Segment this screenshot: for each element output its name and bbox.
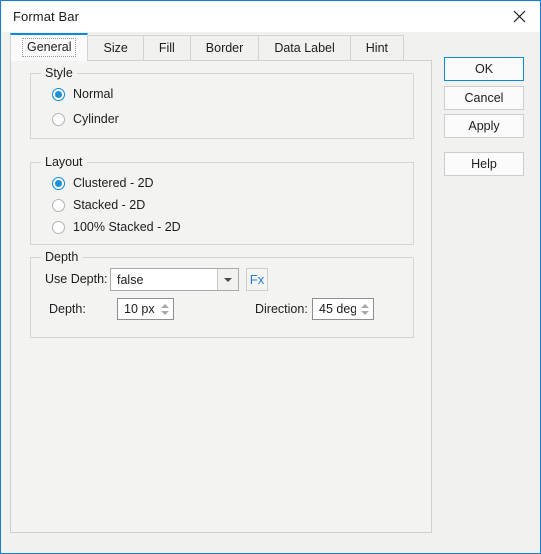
depth-stepper-buttons[interactable] xyxy=(156,299,173,319)
title-bar: Format Bar xyxy=(2,2,540,32)
tab-general-label: General xyxy=(22,38,77,57)
use-depth-label: Use Depth: xyxy=(45,272,108,286)
radio-style-cylinder[interactable]: Cylinder xyxy=(52,112,119,126)
tab-fill-label: Fill xyxy=(158,41,175,55)
tab-size-label: Size xyxy=(103,41,128,55)
tab-fill[interactable]: Fill xyxy=(142,35,191,61)
radio-layout-100-stacked-2d[interactable]: 100% Stacked - 2D xyxy=(52,220,181,234)
style-group-label: Style xyxy=(41,66,77,80)
close-icon[interactable] xyxy=(497,2,540,31)
depth-value: 10 px xyxy=(124,302,155,316)
radio-layout-clustered-2d-indicator xyxy=(52,176,65,190)
radio-layout-clustered-2d-label: Clustered - 2D xyxy=(73,176,154,190)
direction-label: Direction: xyxy=(255,302,308,316)
radio-layout-stacked-2d-indicator xyxy=(52,198,65,212)
use-depth-formula-button[interactable]: Fx xyxy=(246,268,268,291)
depth-stepper[interactable]: 10 px xyxy=(117,298,174,320)
tab-hint[interactable]: Hint xyxy=(349,35,405,61)
radio-style-normal[interactable]: Normal xyxy=(52,87,113,101)
stepper-down-icon[interactable] xyxy=(360,310,369,315)
use-depth-value: false xyxy=(117,272,144,287)
depth-group-label: Depth xyxy=(41,250,83,264)
direction-stepper-buttons[interactable] xyxy=(356,299,373,319)
radio-style-normal-indicator xyxy=(52,87,65,101)
tab-general[interactable]: General xyxy=(10,33,89,61)
stepper-up-icon[interactable] xyxy=(160,303,169,308)
layout-group-label: Layout xyxy=(41,155,87,169)
tab-border[interactable]: Border xyxy=(189,35,260,61)
radio-style-normal-label: Normal xyxy=(73,87,114,101)
tab-data-label[interactable]: Data Label xyxy=(258,35,351,61)
radio-style-cylinder-label: Cylinder xyxy=(73,112,119,126)
help-button[interactable]: Help xyxy=(444,152,524,176)
stepper-down-icon[interactable] xyxy=(160,310,169,315)
stepper-up-icon[interactable] xyxy=(360,303,369,308)
radio-layout-clustered-2d[interactable]: Clustered - 2D xyxy=(52,176,154,190)
tab-data-label-label: Data Label xyxy=(274,41,335,55)
use-depth-select[interactable]: false xyxy=(110,268,239,291)
radio-layout-100-stacked-2d-label: 100% Stacked - 2D xyxy=(73,220,181,234)
style-group: Style Normal Cylinder xyxy=(30,66,414,139)
chevron-down-icon[interactable] xyxy=(217,269,238,290)
layout-group: Layout Clustered - 2D Stacked - 2D 100% … xyxy=(30,155,414,245)
window-title: Format Bar xyxy=(13,9,80,24)
radio-layout-100-stacked-2d-indicator xyxy=(52,220,65,234)
depth-group: Depth Use Depth: false Fx Depth: 10 px D… xyxy=(30,250,414,338)
tab-hint-label: Hint xyxy=(365,41,389,55)
apply-button[interactable]: Apply xyxy=(444,114,524,138)
cancel-button[interactable]: Cancel xyxy=(444,86,524,110)
radio-layout-stacked-2d[interactable]: Stacked - 2D xyxy=(52,198,145,212)
format-bar-dialog: Format Bar General Size Fill Border Data… xyxy=(0,0,541,554)
tab-strip: General Size Fill Border Data Label Hint xyxy=(10,33,405,61)
ok-button[interactable]: OK xyxy=(444,57,524,81)
general-tab-panel: Style Normal Cylinder Layout Clustered -… xyxy=(10,60,432,533)
tab-size[interactable]: Size xyxy=(87,35,144,61)
fx-label: Fx xyxy=(249,272,265,287)
direction-value: 45 deg xyxy=(319,302,356,316)
radio-layout-stacked-2d-label: Stacked - 2D xyxy=(73,198,146,212)
direction-stepper[interactable]: 45 deg xyxy=(312,298,374,320)
radio-style-cylinder-indicator xyxy=(52,112,65,126)
tab-border-label: Border xyxy=(205,41,244,55)
depth-label: Depth: xyxy=(49,302,86,316)
